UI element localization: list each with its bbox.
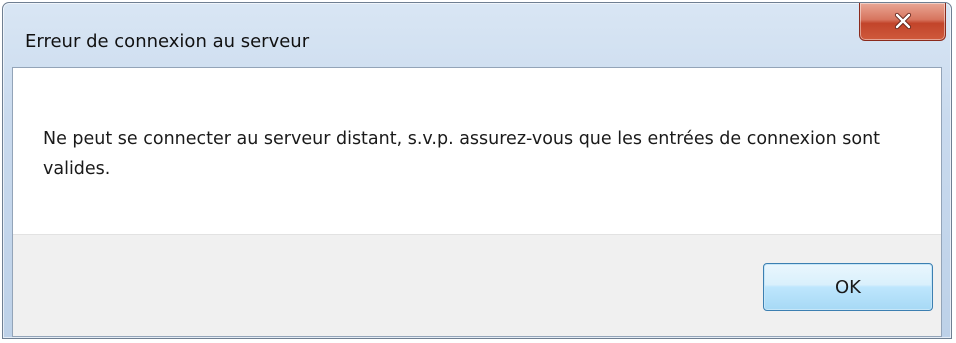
title-bar[interactable]: Erreur de connexion au serveur [3, 3, 951, 67]
message-area: Ne peut se connecter au serveur distant,… [13, 68, 941, 234]
dialog-title: Erreur de connexion au serveur [25, 31, 310, 52]
error-message: Ne peut se connecter au serveur distant,… [43, 129, 881, 179]
close-button[interactable] [859, 3, 946, 41]
error-dialog: Erreur de connexion au serveur Ne peut s… [2, 2, 952, 339]
dialog-content: Ne peut se connecter au serveur distant,… [12, 67, 942, 337]
button-bar: OK [13, 234, 941, 336]
close-icon [894, 12, 911, 29]
ok-button[interactable]: OK [763, 263, 933, 311]
